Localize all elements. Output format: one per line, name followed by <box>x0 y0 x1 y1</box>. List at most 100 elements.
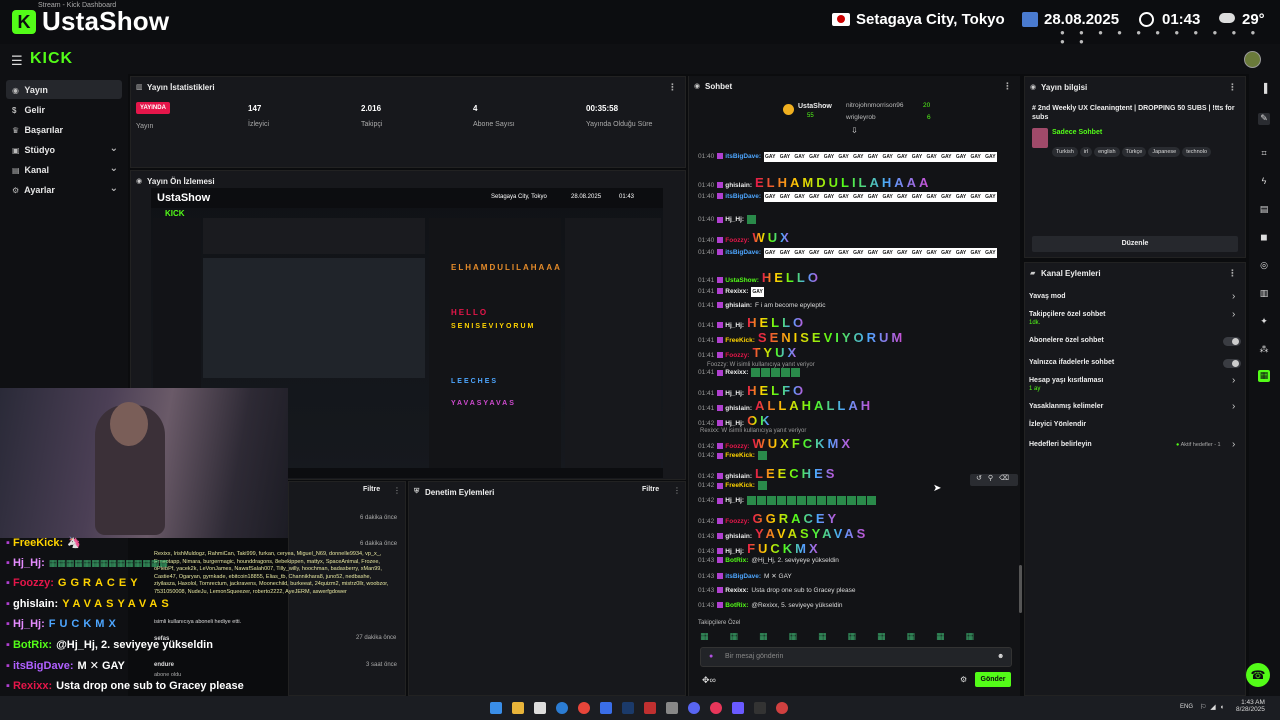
message-user[interactable]: ghislain: <box>725 533 752 540</box>
pin-icon[interactable]: ⇩ <box>851 126 858 135</box>
steam-icon[interactable] <box>622 702 634 714</box>
message-user[interactable]: itsBigDave: <box>725 193 761 200</box>
message-user[interactable]: Hj_Hj: <box>725 322 744 329</box>
emote-tab-label[interactable]: Takipçilere Özel <box>698 620 740 626</box>
message-user[interactable]: Foozzy: <box>725 518 749 525</box>
crop-icon[interactable]: ⌗ <box>1258 148 1270 160</box>
message-user[interactable]: Foozzy: <box>725 443 749 450</box>
clipboard-icon[interactable]: ▤ <box>1258 204 1270 216</box>
edge-icon[interactable] <box>556 702 568 714</box>
chat-message[interactable]: 01:40 ghislain: ELHAMDULILAHAAA <box>698 175 931 190</box>
broadcast-icon[interactable]: ◎ <box>1258 260 1270 272</box>
message-user[interactable]: UstaShow: <box>725 277 759 284</box>
notepad-icon[interactable] <box>534 702 546 714</box>
chat-input[interactable]: ● Bir mesaj gönderin ☻ <box>700 647 1012 667</box>
message-user[interactable]: itsBigDave: <box>725 249 761 256</box>
chat-message[interactable]: 01:40 Hj_Hj: <box>698 215 757 224</box>
app-icon[interactable] <box>732 702 744 714</box>
discord-icon[interactable] <box>688 702 700 714</box>
file-explorer-icon[interactable] <box>512 702 524 714</box>
chat-message[interactable]: 01:41 Foozzy: TYUX <box>698 345 799 360</box>
chat-message[interactable]: 01:42 FreeKick: <box>698 481 768 490</box>
message-user[interactable]: BotRix: <box>725 557 748 564</box>
microphone-icon[interactable]: ● <box>709 653 713 660</box>
sidebar-item-studyo[interactable]: ▣ Stüdyo ⌄ <box>6 140 122 159</box>
layers-icon[interactable]: ▥ <box>1258 288 1270 300</box>
channel-action-label[interactable]: Takipçilere özel sohbet <box>1029 311 1106 318</box>
channel-action-label[interactable]: Abonelere özel sohbet <box>1029 337 1104 344</box>
message-user[interactable]: Hj_Hj: <box>725 548 744 555</box>
chat-message[interactable]: 01:40 itsBigDave: GAY GAY GAY GAY GAY GAY … <box>698 248 997 258</box>
send-button[interactable]: Gönder <box>975 672 1011 687</box>
message-user[interactable]: Foozzy: <box>725 352 749 359</box>
hamburger-menu-icon[interactable]: ☰ <box>11 53 23 69</box>
channel-action-label[interactable]: Yalnızca ifadelerle sohbet <box>1029 359 1114 366</box>
chat-message[interactable]: 01:43 itsBigDave: M ✕ GAY <box>698 572 792 580</box>
filter-button[interactable]: Filtre <box>363 486 380 493</box>
filter-button[interactable]: Filtre <box>642 486 659 493</box>
channel-action-label[interactable]: İzleyici Yönlendir <box>1029 421 1086 428</box>
category-name[interactable]: Sadece Sohbet <box>1052 129 1102 136</box>
channel-action-label[interactable]: Yavaş mod <box>1029 293 1066 300</box>
chat-bubble-icon[interactable]: ◼ <box>1258 232 1270 244</box>
message-user[interactable]: Hj_Hj: <box>725 420 744 427</box>
chat-message[interactable]: 01:41 Rexixx: <box>698 368 801 377</box>
chat-message[interactable]: 01:43 Rexixx: Usta drop one sub to Gracey … <box>698 587 855 594</box>
message-user[interactable]: BotRix: <box>725 602 748 609</box>
sidebar-item-ayarlar[interactable]: ⚙ Ayarlar ⌄ <box>6 180 122 199</box>
chat-message[interactable]: 01:43 BotRix: @Rexixx, 5. seviyeye yükseld… <box>698 602 843 609</box>
app-icon[interactable] <box>776 702 788 714</box>
message-actions[interactable]: ↺⚲⌫ <box>970 474 1018 486</box>
more-icon[interactable]: ⋮ <box>673 486 681 495</box>
chat-message[interactable]: 01:41 ghislain: F i am become epyleptic <box>698 302 825 309</box>
chat-message[interactable]: 01:42 Hj_Hj: OK <box>698 413 773 428</box>
chrome-icon[interactable] <box>578 702 590 714</box>
share-icon[interactable]: ⁂ <box>1258 344 1270 356</box>
channel-action-label[interactable]: Hedefleri belirleyin <box>1029 441 1092 448</box>
chat-message[interactable]: 01:40 itsBigDave: GAY GAY GAY GAY GAY GAY … <box>698 192 997 202</box>
message-user[interactable]: Rexixx: <box>725 587 748 594</box>
message-user[interactable]: itsBigDave: <box>725 573 761 580</box>
message-user[interactable]: Rexixx: <box>725 288 748 295</box>
message-user[interactable]: itsBigDave: <box>725 153 761 160</box>
message-user[interactable]: Hj_Hj: <box>725 390 744 397</box>
toggle-switch[interactable] <box>1223 337 1241 346</box>
chat-message[interactable]: 01:40 Foozzy: WUX <box>698 230 792 245</box>
more-icon[interactable]: ⋮ <box>393 486 401 495</box>
chat-message[interactable]: 01:42 FreeKick: <box>698 451 768 460</box>
more-icon[interactable]: ⋮ <box>668 82 677 93</box>
lightning-icon[interactable]: ϟ <box>1258 176 1270 188</box>
app-icon[interactable] <box>600 702 612 714</box>
chat-message[interactable]: 01:40 itsBigDave: GAY GAY GAY GAY GAY GAY … <box>698 152 997 162</box>
message-user[interactable]: ghislain: <box>725 302 752 309</box>
chat-scrollbar[interactable] <box>1019 565 1022 613</box>
chevron-right-icon[interactable]: › <box>1232 375 1235 386</box>
message-user[interactable]: ghislain: <box>725 182 752 189</box>
chat-message[interactable]: 01:41 Rexixx: GAY <box>698 287 764 297</box>
app-icon[interactable] <box>666 702 678 714</box>
app-icon[interactable] <box>710 702 722 714</box>
sidebar-item-yayin[interactable]: ◉ Yayın <box>6 80 122 99</box>
message-user[interactable]: FreeKick: <box>725 452 755 459</box>
chevron-right-icon[interactable]: › <box>1232 309 1235 320</box>
chat-message[interactable]: 01:43 ghislain: YAVASYAVAS <box>698 526 868 541</box>
more-icon[interactable]: ⋮ <box>1228 268 1237 279</box>
more-icon[interactable]: ⋮ <box>1228 82 1237 93</box>
help-chat-icon[interactable]: ☎ <box>1246 663 1270 687</box>
emote-picker-row[interactable]: ▦▦▦▦▦▦▦▦▦▦ <box>700 631 1012 643</box>
chat-tools-icon[interactable]: ✥∞ <box>702 675 716 686</box>
kick-logo[interactable]: KICK <box>30 50 73 68</box>
channel-action-label[interactable]: Yasaklanmış kelimeler <box>1029 403 1103 410</box>
app-icon[interactable] <box>644 702 656 714</box>
chat-message[interactable]: 01:41 Hj_Hj: HELFO <box>698 383 806 398</box>
sidebar-item-kanal[interactable]: ▤ Kanal ⌄ <box>6 160 122 179</box>
wrench-icon[interactable]: ✦ <box>1258 316 1270 328</box>
dock-icon[interactable]: ▐ <box>1258 83 1270 95</box>
message-user[interactable]: Foozzy: <box>725 237 749 244</box>
message-user[interactable]: Rexixx: <box>725 369 748 376</box>
chat-message[interactable]: 01:43 Hj_Hj: FUCKMX <box>698 541 821 556</box>
chat-message[interactable]: 01:42 Foozzy: GGRACEY <box>698 511 839 526</box>
more-icon[interactable]: ⋮ <box>1003 81 1012 92</box>
chat-message[interactable]: 01:41 ghislain: ALLAHALLAH <box>698 398 873 413</box>
chevron-right-icon[interactable]: › <box>1232 439 1235 450</box>
